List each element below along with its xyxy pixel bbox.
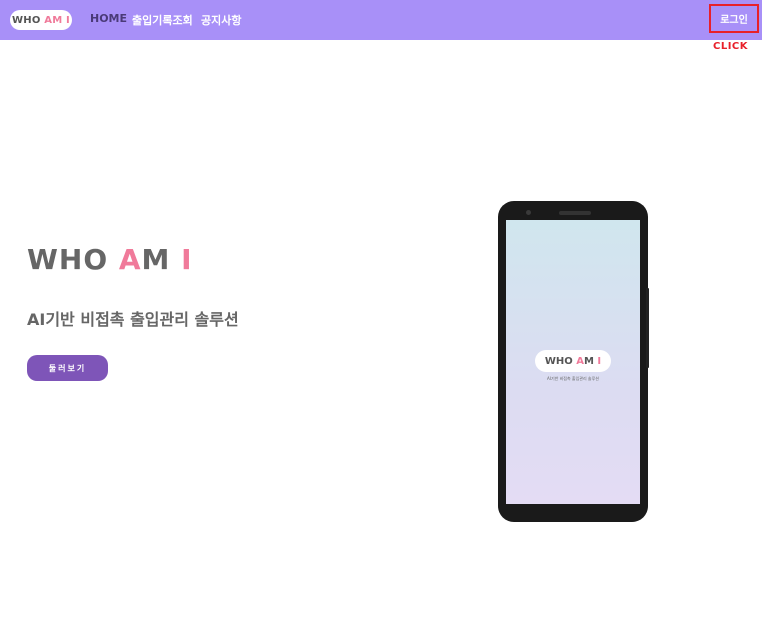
explore-button-label: 둘러보기: [48, 363, 87, 373]
phone-logo-who: WHO: [544, 355, 573, 367]
phone-logo-i: I: [597, 355, 602, 367]
hero-subtitle: AI기반 비접촉 출입관리 솔루션: [27, 310, 239, 329]
explore-button[interactable]: 둘러보기: [27, 355, 108, 381]
phone-screen: WHO AM I AI기반 비접촉 출입관리 솔루션: [506, 220, 640, 504]
phone-camera-icon: [526, 210, 531, 215]
phone-speaker: [559, 211, 591, 215]
hero-title-a: A: [118, 243, 142, 276]
nav-logo-who: WHO: [12, 14, 41, 26]
nav-link-notice[interactable]: 공지사항: [201, 12, 241, 28]
hero-title-m: M: [141, 243, 171, 276]
top-navbar: WHO AM I HOME 출입기록조회 공지사항 로그인: [0, 0, 762, 40]
phone-logo-m: M: [583, 355, 594, 367]
click-annotation: CLICK: [713, 41, 749, 52]
nav-logo[interactable]: WHO AM I: [10, 10, 72, 30]
nav-logo-a: A: [44, 14, 53, 26]
hero-title-i: I: [181, 243, 193, 276]
hero-title-who: WHO: [27, 243, 109, 276]
nav-link-home[interactable]: HOME: [90, 12, 127, 25]
login-button[interactable]: 로그인: [709, 4, 759, 33]
phone-side-button: [646, 288, 649, 368]
phone-screen-subtitle: AI기반 비접촉 출입관리 솔루션: [547, 376, 599, 381]
hero-title: WHO AM I: [27, 243, 193, 276]
nav-logo-i: I: [66, 14, 70, 26]
phone-logo-a: A: [576, 355, 584, 367]
nav-logo-m: M: [52, 14, 63, 26]
phone-mockup: WHO AM I AI기반 비접촉 출입관리 솔루션: [498, 201, 648, 522]
phone-screen-logo: WHO AM I: [535, 350, 611, 372]
login-label: 로그인: [720, 15, 748, 26]
nav-link-records[interactable]: 출입기록조회: [132, 12, 193, 28]
